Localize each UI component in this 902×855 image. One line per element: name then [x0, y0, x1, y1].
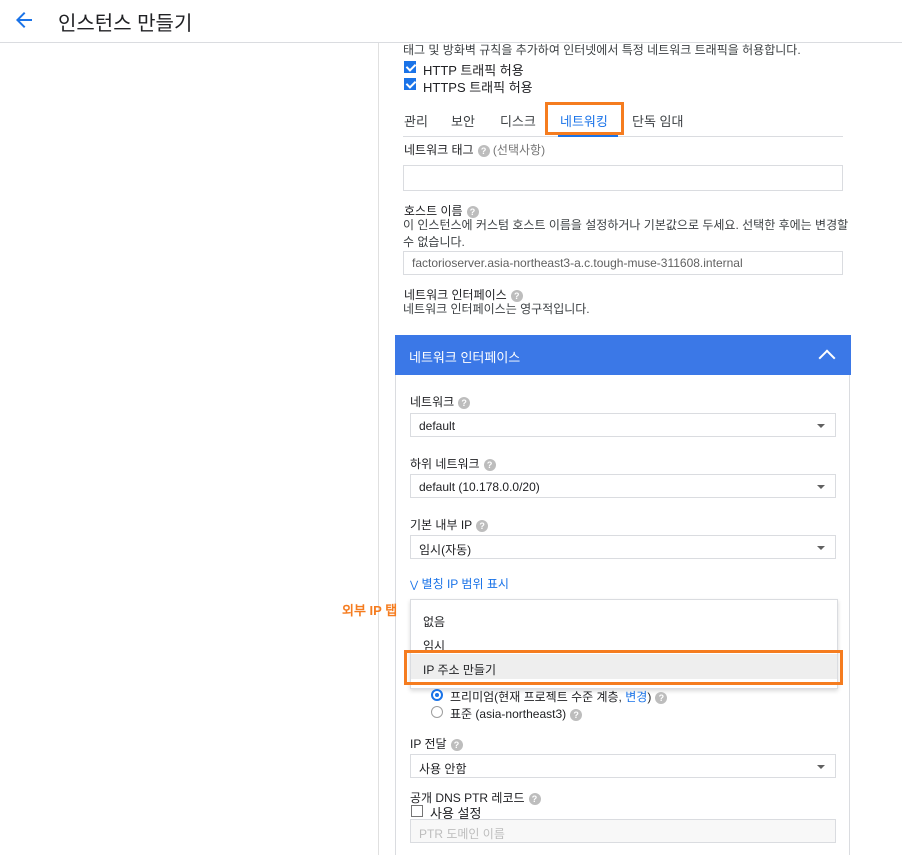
internal-ip-value: 임시(자동): [419, 543, 472, 557]
internal-ip-select[interactable]: 임시(자동): [410, 535, 836, 559]
interfaces-desc: 네트워크 인터페이스는 영구적입니다.: [403, 302, 590, 316]
network-tags-label: 네트워크 태그? (선택사항): [404, 141, 545, 158]
tab-disks[interactable]: 디스크: [500, 111, 536, 130]
network-interface-panel-header[interactable]: 네트워크 인터페이스: [395, 335, 851, 375]
internal-ip-label-text: 기본 내부 IP: [410, 518, 473, 532]
tier-premium-radio[interactable]: [431, 689, 443, 701]
tab-security[interactable]: 보안: [451, 111, 475, 130]
ip-forward-select[interactable]: 사용 안함: [410, 754, 836, 778]
help-icon[interactable]: ?: [450, 738, 463, 751]
chevron-up-icon[interactable]: [818, 349, 836, 367]
http-checkbox[interactable]: [404, 61, 416, 73]
dropdown-arrow-icon: [817, 424, 825, 428]
help-icon[interactable]: ?: [655, 691, 668, 704]
help-icon[interactable]: ?: [477, 144, 490, 157]
network-select[interactable]: default: [410, 413, 836, 437]
subnet-label-text: 하위 네트워크: [410, 457, 480, 471]
create-ip-highlight: [404, 650, 843, 685]
panel-title: 네트워크 인터페이스: [409, 350, 521, 365]
page-title: 인스턴스 만들기: [58, 13, 193, 35]
tier-standard-text: 표준 (asia-northeast3): [450, 707, 567, 721]
double-chevron-down-icon: ⋁: [410, 580, 419, 591]
alias-ip-toggle[interactable]: ⋁ 별칭 IP 범위 표시: [410, 575, 509, 592]
tier-premium-end: ): [647, 690, 652, 704]
ptr-enable-checkbox[interactable]: [411, 805, 423, 817]
hostname-desc-2: 수 없습니다.: [403, 235, 465, 249]
tier-standard-radio[interactable]: [431, 706, 443, 718]
subnet-label: 하위 네트워크?: [410, 455, 496, 472]
tier-change-link[interactable]: 변경: [625, 690, 647, 704]
ip-forward-label-text: IP 전달: [410, 737, 447, 751]
networking-tab-highlight: [545, 102, 624, 135]
https-checkbox[interactable]: [404, 78, 416, 90]
network-label-text: 네트워크: [410, 395, 455, 409]
internal-ip-label: 기본 내부 IP?: [410, 516, 489, 533]
help-icon[interactable]: ?: [458, 396, 471, 409]
help-icon[interactable]: ?: [528, 792, 541, 805]
help-icon[interactable]: ?: [483, 458, 496, 471]
help-icon[interactable]: ?: [570, 708, 583, 721]
external-ip-tab-note: 외부 IP 탭: [342, 603, 398, 618]
subnet-value: default (10.178.0.0/20): [419, 480, 540, 494]
back-arrow-icon[interactable]: [12, 8, 36, 32]
tab-sole-tenancy[interactable]: 단독 임대: [632, 111, 683, 130]
active-tab-indicator: [558, 135, 618, 137]
network-tags-optional: (선택사항): [492, 143, 546, 157]
ip-forward-value: 사용 안함: [419, 762, 467, 776]
ptr-domain-input[interactable]: PTR 도메인 이름: [410, 819, 836, 843]
tier-standard-label: 표준 (asia-northeast3)?: [450, 705, 583, 722]
tab-management[interactable]: 관리: [404, 111, 428, 130]
alias-ip-toggle-text: 별칭 IP 범위 표시: [421, 577, 509, 591]
dropdown-arrow-icon: [817, 485, 825, 489]
hostname-desc-1: 이 인스턴스에 커스텀 호스트 이름을 설정하거나 기본값으로 두세요. 선택한…: [403, 218, 849, 232]
firewall-description: 태그 및 방화벽 규칙을 추가하여 인터넷에서 특정 네트워크 트래픽을 허용합…: [403, 43, 801, 57]
app-header: 인스턴스 만들기: [0, 0, 902, 43]
tab-underline: [403, 136, 843, 137]
tier-premium-text: 프리미엄(현재 프로젝트 수준 계층,: [450, 690, 626, 704]
tier-premium-label: 프리미엄(현재 프로젝트 수준 계층, 변경)?: [450, 688, 668, 705]
network-label: 네트워크?: [410, 393, 471, 410]
menu-item-none[interactable]: 없음: [423, 613, 445, 630]
subnet-select[interactable]: default (10.178.0.0/20): [410, 474, 836, 498]
ptr-placeholder: PTR 도메인 이름: [419, 827, 505, 841]
hostname-input[interactable]: factorioserver.asia-northeast3-a.c.tough…: [403, 251, 843, 275]
network-tags-label-text: 네트워크 태그: [404, 143, 474, 157]
dropdown-arrow-icon: [817, 765, 825, 769]
ip-forward-label: IP 전달?: [410, 735, 463, 752]
network-tags-input[interactable]: [403, 165, 843, 191]
help-icon[interactable]: ?: [476, 519, 489, 532]
content-divider: [378, 43, 379, 855]
dropdown-arrow-icon: [817, 546, 825, 550]
https-label: HTTPS 트래픽 허용: [423, 80, 533, 95]
network-value: default: [419, 419, 456, 433]
